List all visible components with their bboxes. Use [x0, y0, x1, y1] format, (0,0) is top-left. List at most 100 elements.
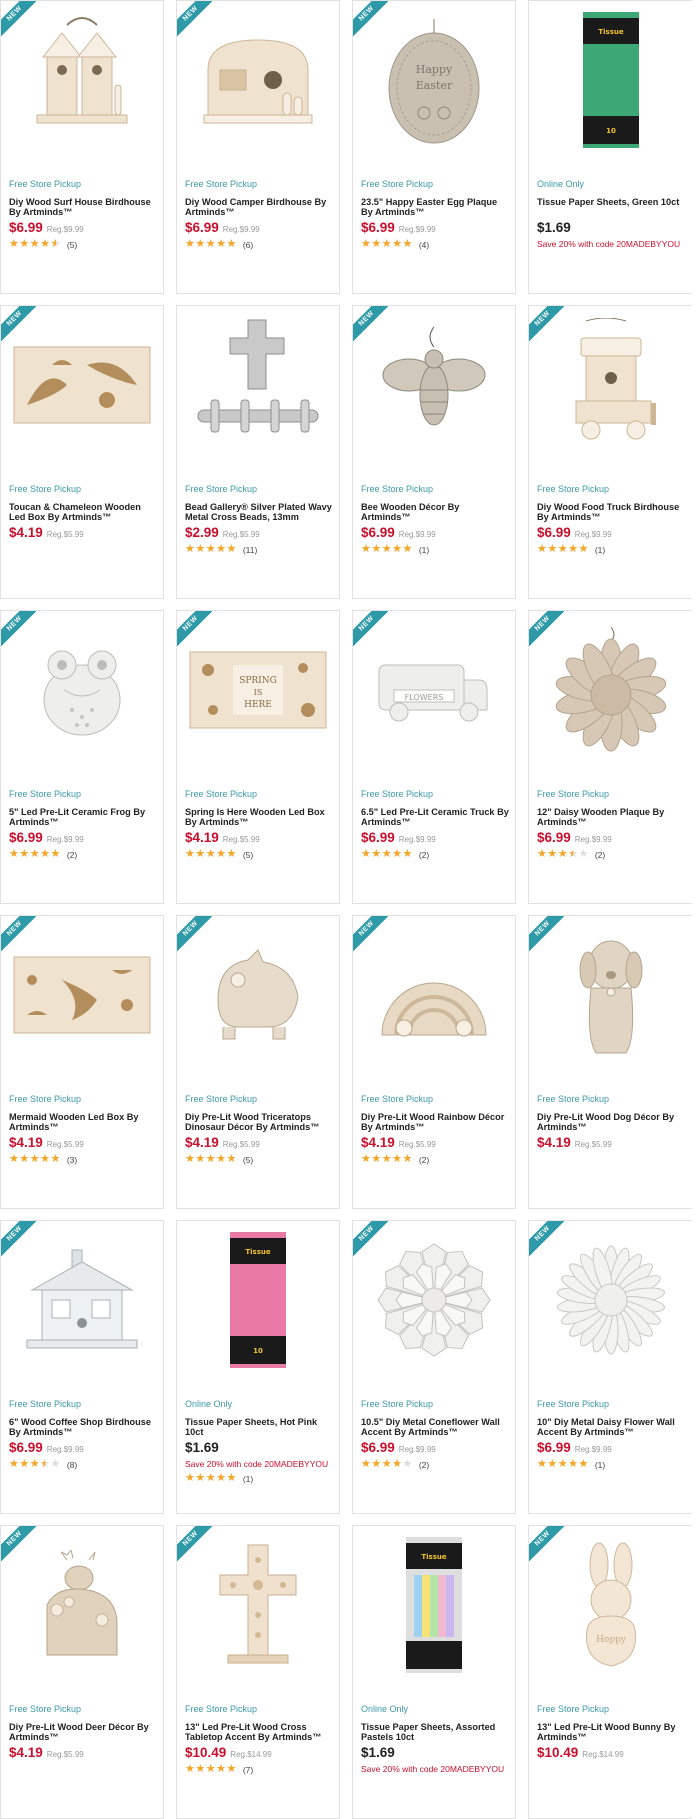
product-title-link[interactable]: Tissue Paper Sheets, Assorted Pastels 10… — [361, 1722, 509, 1742]
product-card-7[interactable]: NEW Free Store Pickup Bee Wooden Décor B… — [352, 305, 516, 599]
product-card-4[interactable]: Tissue 10 Online Only Tissue Paper Sheets… — [528, 0, 692, 294]
bunny-image: Hoppy — [585, 1542, 636, 1667]
rating-row[interactable]: ★★★★★★★★★★ (5) — [185, 849, 333, 860]
product-card-22[interactable]: NEW Free Store Pickup 13" Led Pre-Lit Wo… — [176, 1525, 340, 1819]
new-ribbon-label: NEW — [177, 611, 219, 652]
sale-price: $6.99 — [537, 525, 571, 540]
tissue-pink-image: Tissue 10 — [230, 1232, 286, 1368]
product-card-21[interactable]: NEW Free Store Pickup Diy Pre-Lit Wood D… — [0, 1525, 164, 1819]
rating-row[interactable]: ★★★★★ ★★★★★ (1) — [537, 544, 686, 555]
product-card-17[interactable]: NEW Free Store Pickup 6" Wood Coffee Sho… — [0, 1220, 164, 1514]
regular-price: Reg.$9.99 — [398, 835, 436, 844]
product-title-link[interactable]: Diy Pre-Lit Wood Deer Décor By Artminds™ — [9, 1722, 157, 1742]
rating-row[interactable]: ★★★★★ ★★★★★ (7) — [185, 1764, 333, 1775]
regular-price: Reg.$5.99 — [222, 1140, 260, 1149]
product-title-link[interactable]: Tissue Paper Sheets, Green 10ct — [537, 197, 686, 217]
rating-row[interactable]: ★★★★★ ★★★★★ (1) — [537, 1459, 686, 1470]
rating-row[interactable]: ★★★★★★★★★★ (2) — [361, 1154, 509, 1165]
pickup-label: Free Store Pickup — [361, 1094, 434, 1104]
product-title-link[interactable]: Diy Pre-Lit Wood Rainbow Décor By Artmin… — [361, 1112, 509, 1132]
product-image[interactable] — [177, 310, 339, 460]
product-card-10[interactable]: NEW SPRING IS HERE Free Store Pickup Sprin… — [176, 610, 340, 904]
product-image[interactable]: Tissue — [353, 1530, 515, 1680]
regular-price: Reg.$14.99 — [582, 1750, 624, 1759]
product-card-3[interactable]: NEW Happy Easter Free Store Pickup 23.5" … — [352, 0, 516, 294]
pickup-label: Online Only — [361, 1704, 409, 1714]
product-title-link[interactable]: Diy Wood Camper Birdhouse By Artminds™ — [185, 197, 333, 217]
rating-row[interactable]: ★★★★★★★★★★ (2) — [537, 849, 686, 860]
product-title-link[interactable]: 23.5" Happy Easter Egg Plaque By Artmind… — [361, 197, 509, 217]
price-row: $6.99 Reg.$9.99 — [537, 1440, 686, 1455]
rating-row[interactable]: ★★★★★★★★★★ (2) — [9, 849, 157, 860]
product-card-1[interactable]: NEW Free Store Pickup Diy Wood Surf Hous… — [0, 0, 164, 294]
rating-row[interactable]: ★★★★★★★★★★ (8) — [9, 1459, 157, 1470]
product-info: Free Store Pickup Diy Pre-Lit Wood Trice… — [185, 1094, 333, 1165]
product-card-2[interactable]: NEW Free Store Pickup Diy Wood Camper Bi… — [176, 0, 340, 294]
new-ribbon-label: NEW — [529, 1221, 571, 1262]
rating-row[interactable]: ★★★★★★★★★★ (5) — [9, 239, 157, 250]
product-card-23[interactable]: Tissue Online Only Tissue Paper Sheets, … — [352, 1525, 516, 1819]
product-title-link[interactable]: 12" Daisy Wooden Plaque By Artminds™ — [537, 807, 686, 827]
product-image[interactable]: Tissue 10 — [529, 5, 692, 155]
product-card-24[interactable]: NEW Hoppy Free Store Pickup 13" Led Pre-… — [528, 1525, 692, 1819]
product-title-link[interactable]: 10" Diy Metal Daisy Flower Wall Accent B… — [537, 1417, 686, 1437]
rating-row[interactable]: ★★★★★ ★★★★★ (1) — [185, 1473, 333, 1484]
product-title-link[interactable]: Mermaid Wooden Led Box By Artminds™ — [9, 1112, 157, 1132]
product-card-8[interactable]: NEW Free Store Pickup Diy Wood Food Truc… — [528, 305, 692, 599]
rating-row[interactable]: ★★★★★ ★★★★★ (4) — [361, 239, 509, 250]
product-card-19[interactable]: NEW Free Store Pickup 10.5" Diy Metal Co… — [352, 1220, 516, 1514]
product-grid: NEW Free Store Pickup Diy Wood Surf Hous… — [0, 0, 696, 1819]
svg-text:Easter: Easter — [416, 79, 453, 92]
product-info: Free Store Pickup Bead Gallery® Silver P… — [185, 484, 333, 555]
rating-row[interactable]: ★★★★★★★★★★ (5) — [185, 1154, 333, 1165]
rating-row[interactable]: ★★★★★ ★★★★★ (1) — [361, 544, 509, 555]
product-card-11[interactable]: NEW FLOWERS Free Store Pickup 6.5" Led P… — [352, 610, 516, 904]
product-card-20[interactable]: NEW Free Store Pickup 10" Diy Metal Dais… — [528, 1220, 692, 1514]
rating-row[interactable]: ★★★★★ ★★★★★ (11) — [185, 544, 333, 555]
price-row: $10.49 Reg.$14.99 — [537, 1745, 686, 1760]
pickup-label: Free Store Pickup — [9, 179, 82, 189]
product-card-6[interactable]: Free Store Pickup Bead Gallery® Silver P… — [176, 305, 340, 599]
product-title-link[interactable]: Tissue Paper Sheets, Hot Pink 10ct — [185, 1417, 333, 1437]
product-card-16[interactable]: NEW Free Store Pickup Diy Pre-Lit Wood D… — [528, 915, 692, 1209]
product-title-link[interactable]: Diy Wood Food Truck Birdhouse By Artmind… — [537, 502, 686, 522]
new-ribbon: NEW — [177, 611, 221, 655]
product-title-link[interactable]: Bead Gallery® Silver Plated Wavy Metal C… — [185, 502, 333, 522]
review-count: (1) — [594, 544, 606, 555]
svg-text:HERE: HERE — [244, 700, 272, 710]
new-ribbon: NEW — [177, 1, 221, 45]
product-title-link[interactable]: 6" Wood Coffee Shop Birdhouse By Artmind… — [9, 1417, 157, 1437]
product-card-18[interactable]: Tissue 10 Online Only Tissue Paper Sheets… — [176, 1220, 340, 1514]
product-info: Free Store Pickup 10.5" Diy Metal Conefl… — [361, 1399, 509, 1470]
product-title-link[interactable]: Diy Pre-Lit Wood Dog Décor By Artminds™ — [537, 1112, 686, 1132]
pickup-label: Free Store Pickup — [537, 1094, 610, 1104]
product-title-link[interactable]: 13" Led Pre-Lit Wood Cross Tabletop Acce… — [185, 1722, 333, 1742]
product-title-link[interactable]: Spring Is Here Wooden Led Box By Artmind… — [185, 807, 333, 827]
rating-row[interactable]: ★★★★★ ★★★★★ (3) — [9, 1154, 157, 1165]
pickup-label: Free Store Pickup — [185, 1094, 258, 1104]
rating-row[interactable]: ★★★★★★★★★★ (2) — [361, 849, 509, 860]
new-ribbon: NEW — [177, 916, 221, 960]
product-title-link[interactable]: Diy Pre-Lit Wood Triceratops Dinosaur Dé… — [185, 1112, 333, 1132]
product-card-12[interactable]: NEW Free Store Pickup 12" Daisy Wooden P… — [528, 610, 692, 904]
product-title-link[interactable]: Bee Wooden Décor By Artminds™ — [361, 502, 509, 522]
product-title-link[interactable]: Diy Wood Surf House Birdhouse By Artmind… — [9, 197, 157, 217]
rating-row[interactable]: ★★★★★★★★★★ (2) — [361, 1459, 509, 1470]
product-card-14[interactable]: NEW Free Store Pickup Diy Pre-Lit Wood T… — [176, 915, 340, 1209]
sale-price: $4.19 — [185, 1135, 219, 1150]
mermaid-box-image — [13, 956, 151, 1034]
new-ribbon-label: NEW — [1, 611, 43, 652]
star-rating-icon: ★★★★★★★★★★ — [9, 1153, 61, 1165]
product-title-link[interactable]: 10.5" Diy Metal Coneflower Wall Accent B… — [361, 1417, 509, 1437]
product-card-5[interactable]: NEW Free Store Pickup Toucan & Chameleon… — [0, 305, 164, 599]
regular-price: Reg.$5.99 — [222, 530, 260, 539]
rating-row[interactable]: ★★★★★ ★★★★★ (6) — [185, 239, 333, 250]
product-image[interactable]: Tissue 10 — [177, 1225, 339, 1375]
product-title-link[interactable]: Toucan & Chameleon Wooden Led Box By Art… — [9, 502, 157, 522]
product-title-link[interactable]: 13" Led Pre-Lit Wood Bunny By Artminds™ — [537, 1722, 686, 1742]
product-title-link[interactable]: 5" Led Pre-Lit Ceramic Frog By Artminds™ — [9, 807, 157, 827]
product-card-9[interactable]: NEW Free Store Pickup 5" Led Pre-Lit Cer… — [0, 610, 164, 904]
product-card-13[interactable]: NEW Free Store Pickup Mermaid Wooden Led… — [0, 915, 164, 1209]
product-title-link[interactable]: 6.5" Led Pre-Lit Ceramic Truck By Artmin… — [361, 807, 509, 827]
product-card-15[interactable]: NEW Free Store Pickup Diy Pre-Lit Wood R… — [352, 915, 516, 1209]
